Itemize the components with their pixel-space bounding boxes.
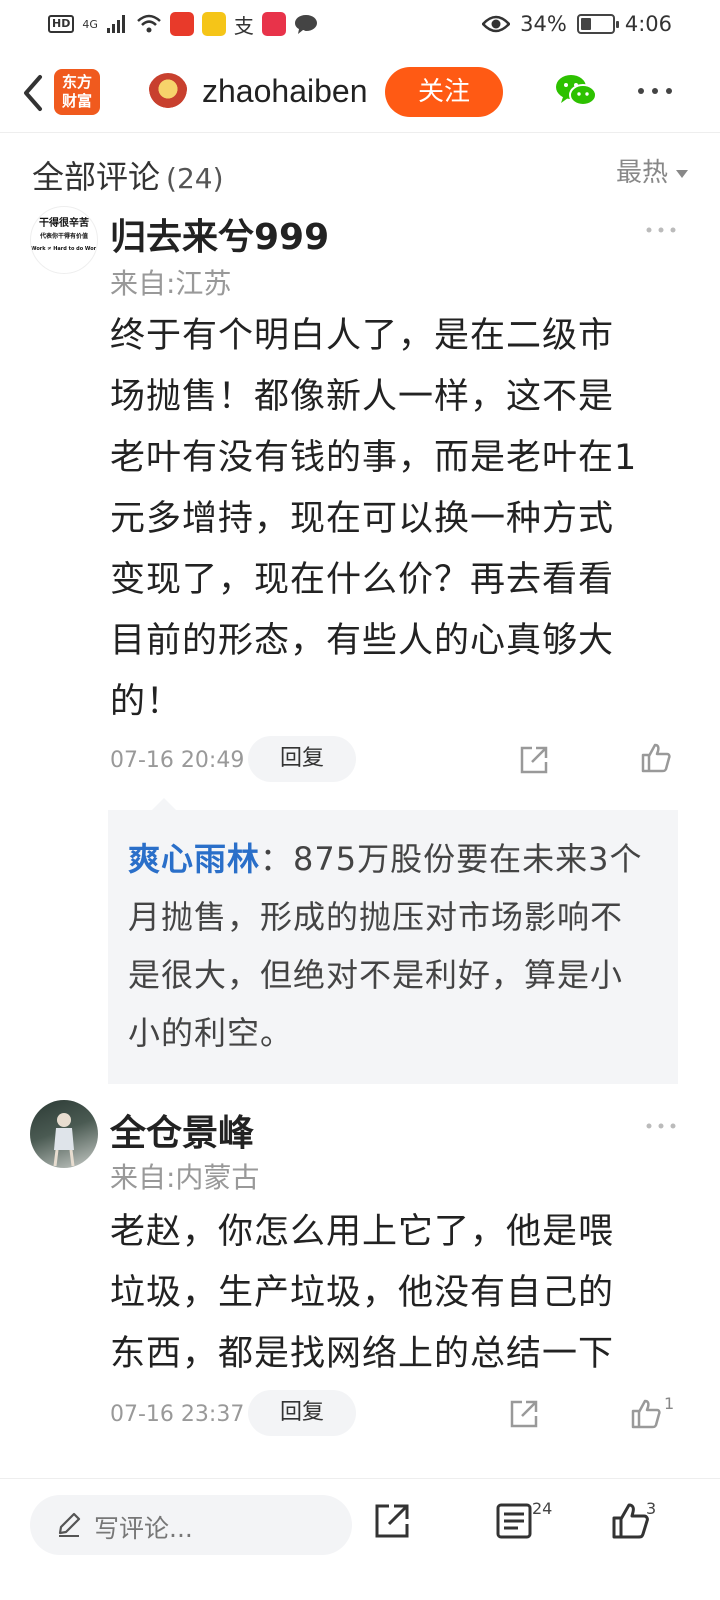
comment-input[interactable]: 写评论... xyxy=(30,1495,352,1555)
sort-label: 最热 xyxy=(615,158,668,188)
network-type: 4G xyxy=(82,17,98,31)
reply-line: 爽心雨林：875万股份要在未来3个 xyxy=(128,830,662,888)
comment-more-icon[interactable] xyxy=(645,224,677,236)
status-bar: HD 4G 支 34% 4:06 xyxy=(0,0,720,48)
follow-button[interactable]: 关注 xyxy=(385,67,503,117)
pencil-icon xyxy=(58,1512,81,1537)
reply-separator: ： xyxy=(260,840,294,878)
wifi-icon xyxy=(137,14,161,33)
app-yellow-icon xyxy=(201,12,226,36)
comment-time: 07-16 23:37 xyxy=(110,1402,245,1427)
nav-bar: 东方 财富 zhaohaiben 关注 xyxy=(0,55,720,133)
avatar-text: 干得很辛苦 xyxy=(39,218,89,229)
comment-line: 元多增持，现在可以换一种方式 xyxy=(110,499,615,539)
reply-line: 月抛售，形成的抛压对市场影响不 xyxy=(128,898,624,936)
commenter-location: 来自:内蒙古 xyxy=(110,1161,260,1194)
app-red-2-icon xyxy=(261,12,286,36)
logo-line-2: 财富 xyxy=(61,92,92,110)
caret-down-icon xyxy=(676,169,688,178)
hd-indicator: HD xyxy=(48,15,75,33)
share-icon[interactable] xyxy=(372,1501,412,1541)
avatar-text: Work ≠ Hard to do Work xyxy=(31,246,98,252)
commenter-avatar[interactable] xyxy=(30,1100,98,1168)
logo-line-1: 东方 xyxy=(61,73,92,91)
reply-line: 是很大，但绝对不是利好，算是小 xyxy=(128,956,624,994)
eye-icon xyxy=(482,15,511,33)
signal-icon xyxy=(106,15,125,33)
share-icon[interactable] xyxy=(508,1398,540,1430)
comment-text: 终于有个明白人了，是在二级市 场抛售！都像新人一样，这不是 老叶有没有钱的事，而… xyxy=(110,306,670,733)
comment-item: 干得很辛苦 代表你干得有价值 Work ≠ Hard to do Work 归去… xyxy=(0,204,720,1084)
commenter-location: 来自:江苏 xyxy=(110,267,232,300)
reply-caret xyxy=(152,798,176,810)
battery-percent: 34% xyxy=(520,12,567,36)
comment-line: 东西，都是找网络上的总结一下 xyxy=(110,1334,615,1374)
share-icon[interactable] xyxy=(518,744,550,776)
commenter-name[interactable]: 全仓景峰 xyxy=(110,1104,254,1156)
avatar-text: 代表你干得有价值 xyxy=(39,233,88,240)
comment-line: 场抛售！都像新人一样，这不是 xyxy=(110,377,615,417)
reply-button[interactable]: 回复 xyxy=(248,1390,356,1436)
comment-text: 老赵，你怎么用上它了，他是喂 垃圾，生产垃圾，他没有自己的 东西，都是找网络上的… xyxy=(110,1202,670,1385)
alipay-icon: 支 xyxy=(233,13,254,38)
reply-preview[interactable]: 爽心雨林：875万股份要在未来3个 月抛售，形成的抛压对市场影响不 是很大，但绝… xyxy=(108,798,678,1084)
reply-button[interactable]: 回复 xyxy=(248,736,356,782)
like-count-badge: 3 xyxy=(646,1499,657,1518)
comment-line: 变现了，现在什么价？再去看看 xyxy=(110,560,615,600)
person-silhouette-icon xyxy=(53,1113,75,1167)
more-icon[interactable] xyxy=(635,79,675,103)
commenter-avatar[interactable]: 干得很辛苦 代表你干得有价值 Work ≠ Hard to do Work xyxy=(30,206,98,274)
wechat-icon[interactable] xyxy=(555,73,597,109)
app-red-icon xyxy=(169,12,194,36)
comment-line: 垃圾，生产垃圾，他没有自己的 xyxy=(110,1273,615,1313)
sort-dropdown[interactable]: 最热 xyxy=(616,152,688,189)
battery-icon xyxy=(576,14,619,34)
like-icon[interactable] xyxy=(630,1398,662,1430)
comment-line: 的！ xyxy=(110,682,183,722)
comments-header: 全部评论 (24) 最热 xyxy=(32,152,688,196)
comment-line: 老赵，你怎么用上它了，他是喂 xyxy=(110,1212,615,1252)
reply-line-text: 875万股份要在未来3个 xyxy=(293,840,643,878)
comment-line: 目前的形态，有些人的心真够大 xyxy=(110,621,615,661)
reply-text: 爽心雨林：875万股份要在未来3个 月抛售，形成的抛压对市场影响不 是很大，但绝… xyxy=(128,830,662,1062)
like-icon[interactable] xyxy=(610,1501,650,1541)
commenter-name[interactable]: 归去来兮999 xyxy=(110,208,329,260)
reply-line: 小的利空。 xyxy=(128,1014,294,1052)
app-logo[interactable]: 东方 财富 xyxy=(54,69,100,115)
like-count: 1 xyxy=(664,1394,675,1413)
reply-author[interactable]: 爽心雨林 xyxy=(128,840,260,878)
like-icon[interactable] xyxy=(640,742,672,774)
clock: 4:06 xyxy=(624,12,672,36)
comment-line: 老叶有没有钱的事，而是老叶在1 xyxy=(110,438,638,478)
author-name[interactable]: zhaohaiben xyxy=(202,73,367,110)
bottom-bar: 写评论... 24 3 xyxy=(0,1478,720,1600)
comment-more-icon[interactable] xyxy=(645,1120,677,1132)
chat-icon xyxy=(294,15,317,34)
comment-count-badge: 24 xyxy=(532,1499,553,1518)
comment-item: 全仓景峰 来自:内蒙古 老赵，你怎么用上它了，他是喂 垃圾，生产垃圾，他没有自己… xyxy=(0,1100,720,1460)
comment-time: 07-16 20:49 xyxy=(110,748,245,773)
comment-line: 终于有个明白人了，是在二级市 xyxy=(110,316,615,356)
comments-title: 全部评论 xyxy=(32,158,161,196)
author-avatar[interactable] xyxy=(148,73,188,113)
comment-placeholder: 写评论... xyxy=(94,1514,193,1543)
comments-list-icon[interactable] xyxy=(494,1501,534,1541)
back-icon[interactable] xyxy=(14,71,54,115)
comments-count: (24) xyxy=(166,162,224,195)
